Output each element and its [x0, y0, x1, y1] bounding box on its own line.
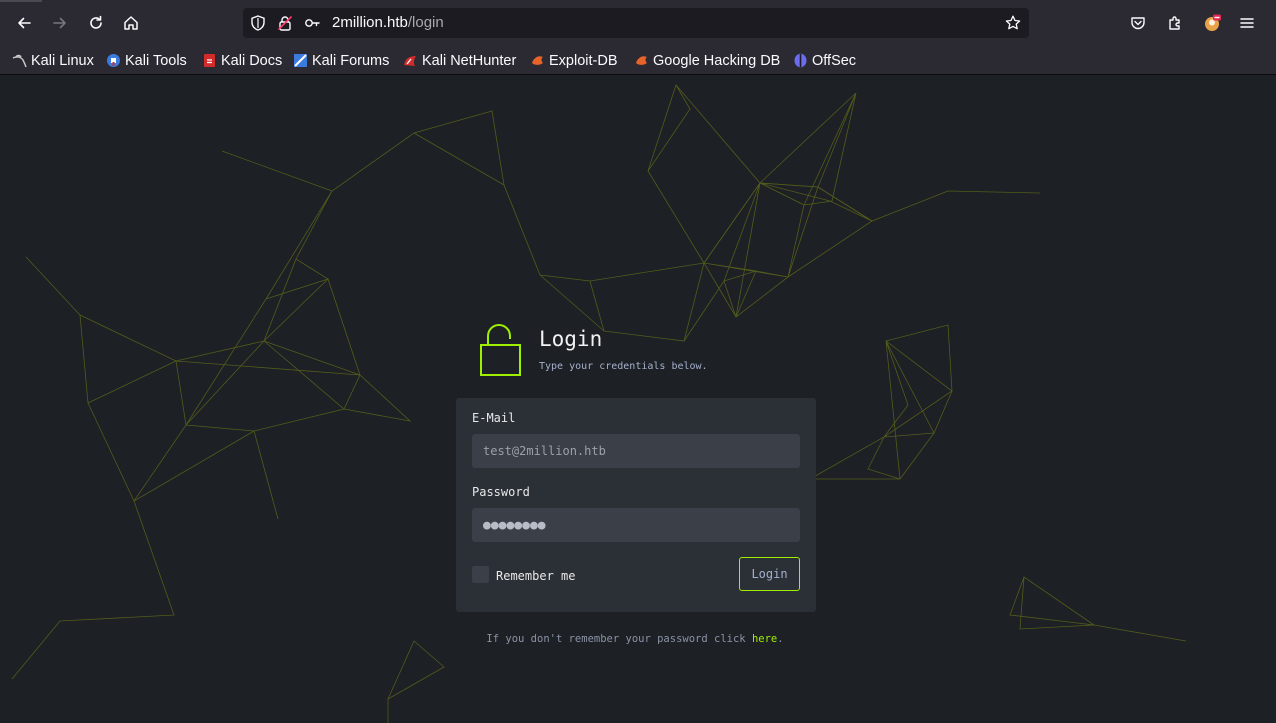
login-subtitle: Type your credentials below. — [539, 361, 708, 372]
exploit-db-icon — [532, 56, 543, 65]
bookmark-offsec[interactable]: OffSec — [793, 50, 856, 71]
url-bar[interactable]: 2million.htb/login — [243, 8, 1029, 38]
email-field[interactable] — [472, 434, 800, 468]
email-label: E-Mail — [472, 411, 516, 425]
login-button[interactable]: Login — [739, 557, 800, 591]
reload-icon[interactable] — [84, 11, 108, 35]
bookmark-label: Kali Forums — [312, 52, 390, 69]
page-content: Login Type your credentials below. E-Mai… — [0, 75, 1276, 723]
url-host: 2million.htb — [332, 14, 408, 31]
bookmark-kali-nethunter[interactable]: Kali NetHunter — [403, 50, 516, 71]
key-icon[interactable] — [303, 14, 321, 32]
password-mask: ●●●●●●●● — [483, 517, 546, 533]
forgot-password-text: If you don't remember your password clic… — [0, 633, 1270, 645]
shield-icon[interactable] — [249, 14, 267, 32]
url-path: /login — [407, 14, 444, 31]
login-title: Login — [539, 327, 603, 351]
bookmark-label: Kali Docs — [221, 52, 283, 69]
bookmarks-bar: Kali Linux Kali Tools Kali Docs Kali For… — [0, 46, 1276, 75]
extensions-icon[interactable] — [1163, 11, 1187, 35]
menu-icon[interactable] — [1235, 11, 1259, 35]
offsec-icon — [794, 53, 807, 68]
home-icon[interactable] — [119, 11, 143, 35]
kali-tools-icon — [107, 54, 120, 67]
bookmark-label: Google Hacking DB — [653, 52, 781, 69]
password-label: Password — [472, 485, 530, 499]
kali-nethunter-icon — [404, 56, 416, 66]
profile-icon[interactable] — [1200, 11, 1224, 35]
bookmark-star-icon[interactable] — [1004, 14, 1022, 32]
bookmark-kali-forums[interactable]: Kali Forums — [293, 50, 389, 71]
bookmark-kali-docs[interactable]: Kali Docs — [202, 50, 282, 71]
bookmark-kali-linux[interactable]: Kali Linux — [12, 50, 94, 71]
kali-docs-icon — [204, 54, 215, 67]
forgot-password-link[interactable]: here — [752, 633, 777, 645]
active-tab-indicator — [0, 0, 42, 2]
pocket-icon[interactable] — [1126, 11, 1150, 35]
bookmark-label: Kali Tools — [125, 52, 187, 69]
forgot-text-end: . — [777, 633, 784, 645]
remember-me-label[interactable]: Remember me — [496, 569, 575, 583]
back-arrow-icon[interactable] — [12, 11, 36, 35]
bookmark-kali-tools[interactable]: Kali Tools — [106, 50, 187, 71]
password-field[interactable]: ●●●●●●●● — [472, 508, 800, 542]
bookmark-exploit-db[interactable]: Exploit-DB — [530, 50, 618, 71]
login-form: E-Mail Password ●●●●●●●● Remember me Log… — [456, 398, 816, 612]
bookmark-google-hacking-db[interactable]: Google Hacking DB — [634, 50, 780, 71]
url-text[interactable]: 2million.htb/login — [332, 14, 444, 31]
bookmark-label: Kali NetHunter — [422, 52, 517, 69]
unlocked-padlock-icon — [480, 324, 521, 376]
forward-arrow-icon[interactable] — [48, 11, 72, 35]
browser-toolbar: 2million.htb/login — [0, 0, 1276, 46]
forgot-text: If you don't remember your password clic… — [486, 633, 752, 645]
lock-icon[interactable] — [276, 14, 294, 32]
bookmark-label: Kali Linux — [31, 52, 94, 69]
google-hacking-db-icon — [636, 56, 647, 65]
kali-forums-icon — [294, 54, 307, 67]
kali-dragon-icon — [12, 54, 27, 68]
remember-me-checkbox[interactable] — [472, 566, 489, 583]
bookmark-label: OffSec — [812, 52, 857, 69]
bookmark-label: Exploit-DB — [549, 52, 618, 69]
